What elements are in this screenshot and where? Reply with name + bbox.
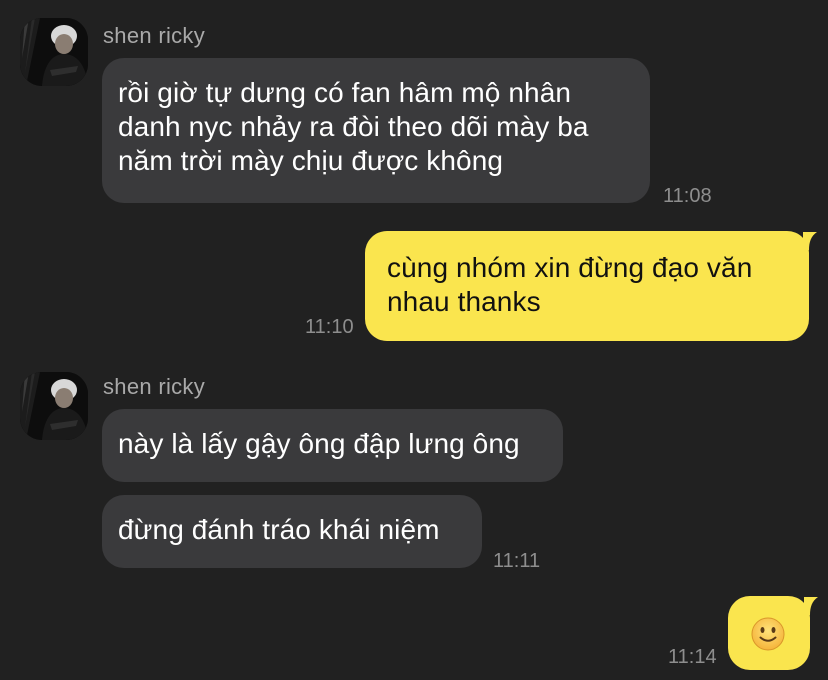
outgoing-message-bubble[interactable]: cùng nhóm xin đừng đạo văn nhau thanks bbox=[365, 231, 809, 341]
sender-name: shen ricky bbox=[103, 23, 206, 48]
avatar-image bbox=[20, 18, 88, 86]
avatar-image bbox=[20, 372, 88, 440]
outgoing-bubble-tail bbox=[803, 232, 817, 250]
outgoing-bubble-tail bbox=[804, 597, 818, 615]
contact-avatar[interactable] bbox=[20, 372, 88, 440]
sender-name: shen ricky bbox=[103, 374, 206, 399]
message-timestamp: 11:10 bbox=[305, 316, 354, 338]
contact-avatar[interactable] bbox=[20, 18, 88, 86]
incoming-message-bubble[interactable]: này là lấy gậy ông đập lưng ông bbox=[102, 409, 563, 482]
outgoing-message-bubble[interactable] bbox=[728, 596, 810, 670]
incoming-message-bubble[interactable]: đừng đánh tráo khái niệm bbox=[102, 495, 482, 568]
message-timestamp: 11:11 bbox=[493, 550, 541, 572]
incoming-message-bubble[interactable]: rồi giờ tự dưng có fan hâm mộ nhân danh … bbox=[102, 58, 650, 203]
slightly-smiling-face-emoji-icon bbox=[751, 617, 785, 651]
message-timestamp: 11:14 bbox=[668, 646, 717, 668]
message-timestamp: 11:08 bbox=[663, 185, 712, 207]
